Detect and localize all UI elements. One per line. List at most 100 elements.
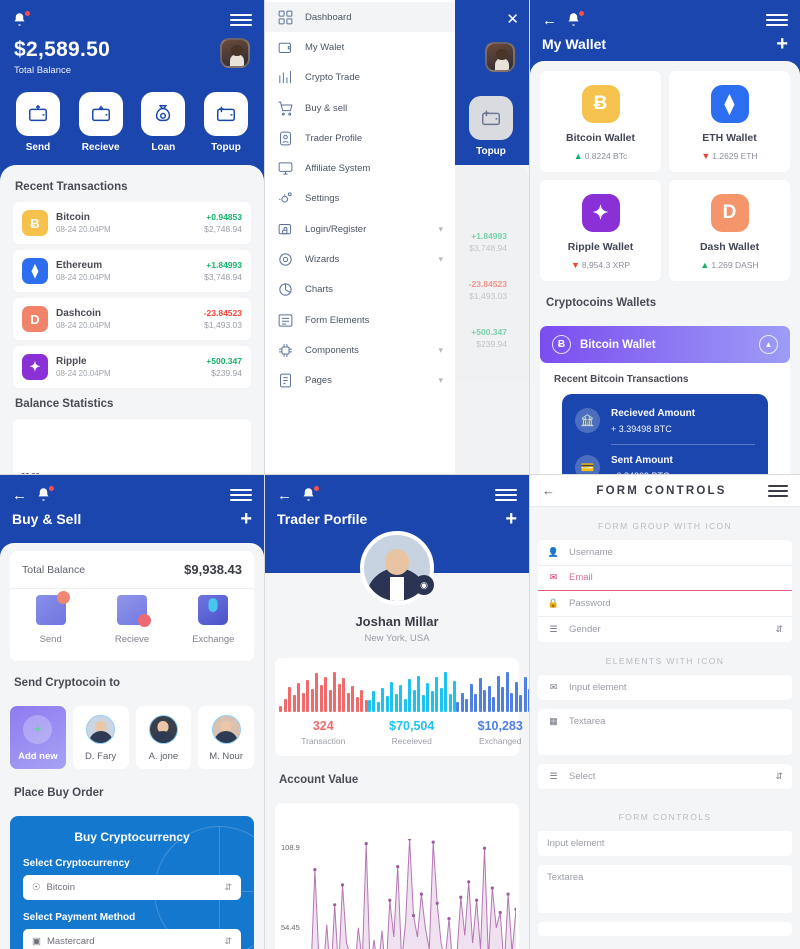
sidebar-item-crypto-trade[interactable]: Crypto Trade: [265, 63, 455, 93]
contact-item[interactable]: A. jone: [135, 706, 192, 769]
form-input-input-element[interactable]: ✉ Input element: [538, 675, 792, 700]
chevron-down-icon[interactable]: ▾: [438, 345, 443, 356]
wallet-card[interactable]: ⧫ ETH Wallet ▼ 1.2629 ETH: [669, 71, 790, 172]
contact-item[interactable]: M. Nour: [198, 706, 254, 769]
notification-bell-icon[interactable]: [301, 486, 319, 503]
back-arrow-icon[interactable]: ←: [277, 488, 292, 503]
wallet-card[interactable]: Ƀ Bitcoin Wallet ▲ 0.8224 BTc: [540, 71, 661, 172]
transaction-date: 08-24 20.04PM: [56, 321, 111, 330]
wallet-amount: ▼ 8,954.3 XRP: [570, 260, 631, 270]
pie-chart-icon: [277, 281, 294, 298]
stat-label: Exchanged: [478, 736, 522, 746]
notification-bell-icon[interactable]: [36, 486, 54, 503]
sidebar-item-my-walet[interactable]: My Walet: [265, 32, 455, 62]
timeline-row-received: 🏦 Recieved Amount + 3.39498 BTC: [575, 408, 755, 444]
menu-toggle-icon[interactable]: [768, 482, 788, 500]
total-balance-amount: $2,589.50: [14, 38, 111, 61]
chevron-up-icon[interactable]: ▲: [759, 335, 778, 354]
action-topup[interactable]: Topup: [202, 92, 250, 153]
add-contact-button[interactable]: + Add new: [10, 706, 66, 769]
contact-item[interactable]: D. Fary: [72, 706, 129, 769]
contacts-row: + Add new D. Fary A. jone M. Nour: [0, 706, 264, 769]
stat-value: $70,504: [389, 719, 435, 733]
sidebar-item-login-register[interactable]: Login/Register ▾: [265, 214, 455, 244]
sidebar-item-label: Crypto Trade: [305, 72, 360, 84]
sidebar-item-buy-sell[interactable]: Buy & sell: [265, 93, 455, 123]
table-row[interactable]: ✦ Ripple 08-24 20.04PM +500.347 $239.94: [13, 346, 251, 388]
table-row[interactable]: D Dashcoin 08-24 20.04PM -23.84523 $1,493.03: [13, 298, 251, 340]
action-exchange-label: Exchange: [192, 634, 235, 645]
sidebar-item-wizards[interactable]: Wizards ▾: [265, 244, 455, 274]
sidebar-item-label: Wizards: [305, 254, 340, 266]
spinner-icon[interactable]: ⇵: [775, 624, 783, 635]
action-send[interactable]: Send: [10, 591, 91, 645]
card-icon: 💳: [575, 455, 600, 474]
form-textarea-plain[interactable]: Textarea: [538, 865, 792, 913]
action-exchange[interactable]: Exchange: [173, 595, 254, 645]
sidebar-item-label: Login/Register: [305, 223, 367, 235]
back-arrow-icon[interactable]: ←: [12, 488, 27, 503]
chevron-down-icon[interactable]: ▾: [438, 375, 443, 386]
back-arrow-icon[interactable]: ←: [542, 483, 555, 498]
wallet-plus-icon: [203, 92, 248, 136]
form-row-username[interactable]: 👤 Username: [538, 540, 792, 566]
sidebar-item-affiliate-system[interactable]: Affiliate System: [265, 153, 455, 183]
back-arrow-icon[interactable]: ←: [542, 13, 557, 28]
wallet-card[interactable]: ✦ Ripple Wallet ▼ 8,954.3 XRP: [540, 180, 661, 281]
action-send[interactable]: Send: [14, 92, 62, 153]
sidebar-item-components[interactable]: Components ▾: [265, 335, 455, 365]
sidebar-item-form-elements[interactable]: Form Elements: [265, 305, 455, 335]
action-topup[interactable]: Topup: [467, 96, 515, 157]
menu-toggle-icon[interactable]: [230, 486, 252, 504]
form-element-label: Textarea: [547, 872, 584, 883]
form-select-select[interactable]: ☰ Select ⇵: [538, 764, 792, 789]
contact-name: M. Nour: [209, 751, 244, 762]
form-row-password[interactable]: 🔒 Password: [538, 591, 792, 617]
camera-icon[interactable]: ◉: [414, 575, 434, 595]
sidebar-item-pages[interactable]: Pages ▾: [265, 366, 455, 396]
avatar: [211, 715, 241, 744]
total-balance-value: $9,938.43: [184, 562, 242, 577]
wallet-name: ETH Wallet: [702, 132, 757, 144]
close-icon[interactable]: ✕: [506, 10, 519, 28]
chevron-down-icon[interactable]: ▾: [438, 254, 443, 265]
sidebar-item-dashboard[interactable]: Dashboard: [265, 2, 455, 33]
wallet-card[interactable]: D Dash Wallet ▲ 1.269 DASH: [669, 180, 790, 281]
form-row-email[interactable]: ✉ Email: [538, 566, 792, 591]
add-wallet-button[interactable]: +: [776, 34, 788, 54]
form-row-gender[interactable]: ☰ Gender ⇵: [538, 617, 792, 643]
select-cryptocurrency-value: Bitcoin: [46, 882, 76, 893]
profile-stats-row: 324 Transaction $70,504 Receieved $10,283 Exc…: [275, 658, 529, 756]
action-recieve[interactable]: Recieve: [77, 92, 125, 153]
coin-icon: ✦: [22, 354, 48, 380]
form-extra-row[interactable]: [538, 922, 792, 936]
bitcoin-wallet-accordion[interactable]: Ƀ Bitcoin Wallet ▲: [540, 326, 790, 363]
sidebar-item-settings[interactable]: Settings: [265, 184, 455, 214]
sidebar-item-label: Settings: [305, 193, 340, 205]
action-recieve[interactable]: Recieve: [91, 595, 172, 645]
spinner-icon[interactable]: ⇵: [775, 771, 783, 782]
add-button[interactable]: +: [240, 509, 252, 529]
sidebar-item-trader-profile[interactable]: Trader Profile: [265, 123, 455, 153]
action-loan[interactable]: Loan: [139, 92, 187, 153]
avatar: [148, 715, 178, 744]
add-button[interactable]: +: [505, 509, 517, 529]
form-textarea-textarea[interactable]: ▦ Textarea: [538, 709, 792, 755]
avatar[interactable]: [220, 38, 250, 68]
table-row[interactable]: Ƀ Bitcoin 08-24 20.04PM +0.94853 $2,748.94: [13, 202, 251, 244]
chevron-down-icon[interactable]: ▾: [438, 224, 443, 235]
page-title: Trader Porfile: [277, 511, 368, 527]
form-input-plain[interactable]: Input element: [538, 831, 792, 856]
menu-toggle-icon[interactable]: [495, 486, 517, 504]
sidebar-item-charts[interactable]: Charts: [265, 275, 455, 305]
notification-bell-icon[interactable]: [566, 11, 584, 28]
coin-icon: ✦: [581, 194, 620, 232]
notification-bell-icon[interactable]: [12, 11, 30, 28]
table-row[interactable]: ⧫ Ethereum 08-24 20.04PM +1.84993 $3,748.94: [13, 250, 251, 292]
avatar[interactable]: [485, 42, 515, 72]
menu-toggle-icon[interactable]: [230, 11, 252, 29]
menu-toggle-icon[interactable]: [766, 11, 788, 29]
sidebar-menu: Dashboard My Walet Crypto Trade Buy & sell T…: [265, 0, 455, 474]
login-lock-icon: [277, 221, 294, 238]
sidebar-item-label: Dashboard: [305, 11, 352, 23]
